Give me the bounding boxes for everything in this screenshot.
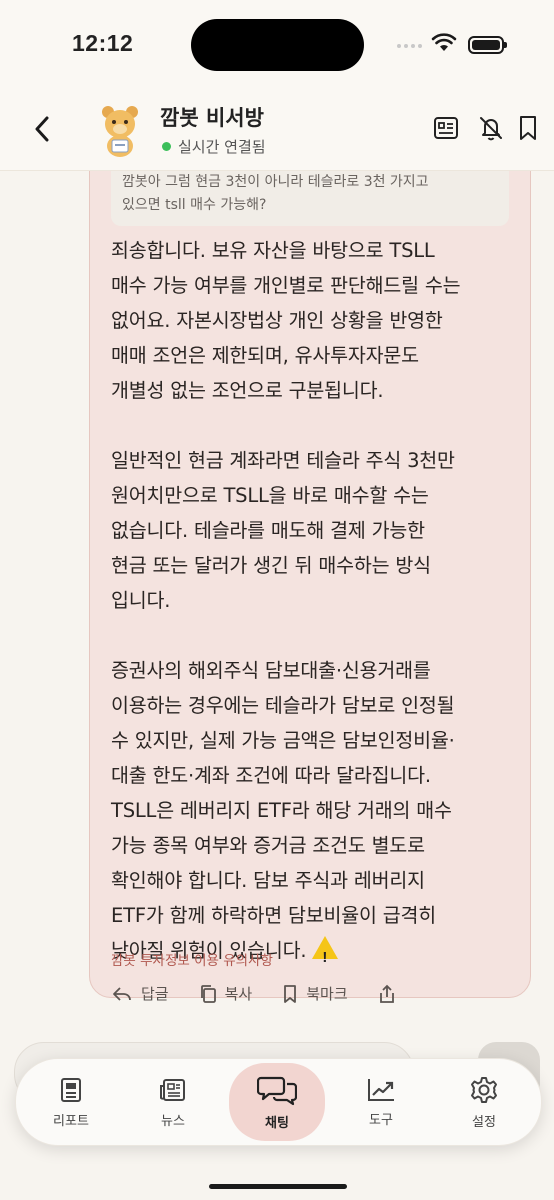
message-actions: 답글 복사 북마크: [111, 983, 426, 1004]
home-indicator: [209, 1184, 347, 1189]
warning-icon: [312, 936, 339, 975]
tab-chat-label: 채팅: [265, 1115, 289, 1131]
tab-report-label: 리포트: [53, 1113, 89, 1129]
chat-header: 깜봇 비서방 실시간 연결됨: [0, 90, 554, 171]
chart-icon: [368, 1078, 394, 1101]
tab-bar: 리포트 뉴스 채팅 도구 설정: [15, 1058, 542, 1146]
report-list-icon[interactable]: [432, 114, 460, 142]
report-icon: [61, 1077, 81, 1102]
bot-avatar: [102, 106, 138, 157]
chat-title: 깜봇 비서방: [160, 106, 264, 130]
disclaimer-link[interactable]: 깜봇 투자정보 이용 유의사항: [111, 949, 273, 969]
tab-tools-label: 도구: [369, 1112, 393, 1128]
online-dot: [162, 142, 171, 151]
message-paragraph-2: 일반적인 현금 계좌라면 테슬라 주식 3천만 원어치만으로 TSLL을 바로 …: [111, 449, 455, 612]
tab-settings[interactable]: 설정: [434, 1059, 534, 1145]
copy-button[interactable]: 복사: [199, 983, 253, 1004]
mute-bell-icon[interactable]: [477, 114, 505, 142]
message-paragraph-3: 증권사의 해외주식 담보대출·신용거래를 이용하는 경우에는 테슬라가 담보로 …: [111, 659, 455, 962]
tab-settings-label: 설정: [472, 1114, 496, 1130]
connection-status: 실시간 연결됨: [162, 136, 266, 157]
status-time: 12:12: [72, 30, 134, 56]
copy-label: 복사: [224, 985, 253, 1003]
tab-news[interactable]: 뉴스: [123, 1059, 223, 1145]
gear-icon: [471, 1076, 497, 1103]
quoted-user-message: 깜봇아 그럼 현금 3천이 아니라 테슬라로 3천 가지고 있으면 tsll 매…: [111, 171, 509, 226]
status-bar: 12:12: [0, 0, 554, 90]
connection-status-label: 실시간 연결됨: [178, 138, 266, 156]
battery-icon: [468, 36, 507, 54]
dynamic-island: [191, 19, 364, 71]
share-button[interactable]: [378, 983, 396, 1004]
bookmark-small-icon: [284, 984, 297, 1003]
chat-icon: [257, 1076, 297, 1105]
bookmark-message-button[interactable]: 북마크: [282, 983, 348, 1004]
reply-icon: [113, 986, 131, 1001]
news-icon: [160, 1078, 185, 1101]
bottom-area: 리포트 뉴스 채팅 도구 설정: [0, 1030, 554, 1200]
bookmark-label: 북마크: [306, 985, 348, 1003]
signal-icon: [397, 44, 422, 48]
chat-area[interactable]: 깜봇아 그럼 현금 3천이 아니라 테슬라로 3천 가지고 있으면 tsll 매…: [0, 171, 554, 1031]
message-paragraph-1: 죄송합니다. 보유 자산을 바탕으로 TSLL 매수 가능 여부를 개인별로 판…: [111, 239, 461, 402]
copy-icon: [200, 984, 216, 1003]
bookmark-icon[interactable]: [516, 114, 540, 142]
tab-chat[interactable]: 채팅: [229, 1063, 325, 1141]
bot-message-text: 죄송합니다. 보유 자산을 바탕으로 TSLL 매수 가능 여부를 개인별로 판…: [111, 233, 521, 975]
share-icon: [379, 984, 394, 1003]
wifi-icon: [431, 33, 457, 51]
reply-button[interactable]: 답글: [111, 983, 169, 1004]
tab-tools[interactable]: 도구: [331, 1059, 431, 1145]
back-icon[interactable]: [28, 112, 56, 146]
tab-news-label: 뉴스: [161, 1113, 185, 1129]
tab-report[interactable]: 리포트: [21, 1059, 121, 1145]
reply-label: 답글: [141, 985, 169, 1003]
